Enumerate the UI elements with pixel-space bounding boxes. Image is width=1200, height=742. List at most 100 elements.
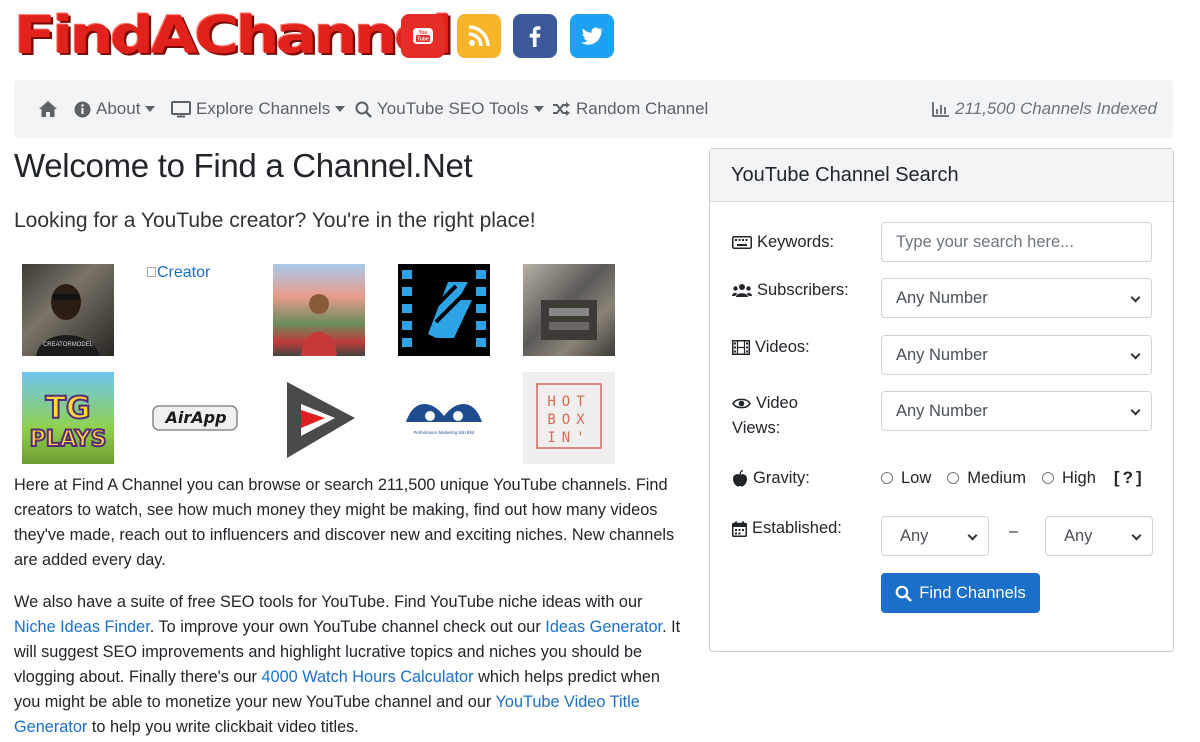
- keywords-input[interactable]: Type your search here...: [881, 222, 1152, 262]
- broken-image-icon: [147, 267, 156, 277]
- videos-label: Videos:: [732, 338, 810, 357]
- users-icon: [732, 284, 752, 297]
- gravity-help-link[interactable]: [?]: [1114, 468, 1145, 488]
- keywords-label-text: Keywords:: [757, 233, 835, 251]
- chevron-down-icon: [1130, 349, 1141, 360]
- video-views-label-line1: Video: [756, 394, 798, 412]
- keywords-label: Keywords:: [732, 233, 834, 252]
- creator-thumb-8[interactable]: [273, 372, 365, 464]
- site-logo[interactable]: FindAChannel: [14, 6, 453, 70]
- established-label-text: Established:: [752, 519, 842, 537]
- creator-thumb-7[interactable]: AirApp: [147, 372, 239, 464]
- monitor-icon: [171, 100, 191, 117]
- niche-ideas-finder-link[interactable]: Niche Ideas Finder: [14, 618, 150, 636]
- tg-plays-logo: TG PLAYS: [29, 390, 108, 453]
- broken-image-alt: Creator: [157, 264, 211, 281]
- chevron-down-icon: [967, 530, 978, 541]
- seo-tools-paragraph: We also have a suite of free SEO tools f…: [14, 590, 686, 740]
- established-to-select[interactable]: Any: [1045, 516, 1153, 556]
- nav-about[interactable]: About: [74, 80, 156, 138]
- svg-text:HOT: HOT: [547, 394, 590, 410]
- gravity-medium-option[interactable]: Medium: [947, 469, 1026, 488]
- creator-thumb-10[interactable]: HOT BOX IN': [523, 372, 615, 464]
- shuffle-icon: [553, 102, 570, 116]
- creator-thumb-5[interactable]: [523, 264, 615, 356]
- search-card-title: YouTube Channel Search: [710, 149, 1173, 202]
- radio-button[interactable]: [1041, 472, 1054, 484]
- thumb-caption: CREATORMODEL: [43, 342, 94, 348]
- nav-explore-channels[interactable]: Explore Channels: [171, 80, 346, 138]
- home-icon[interactable]: [38, 80, 63, 138]
- find-channels-button[interactable]: Find Channels: [881, 573, 1040, 613]
- svg-text:BOX: BOX: [547, 412, 590, 428]
- hotboxin-logo: HOT BOX IN': [536, 383, 602, 449]
- find-channels-label: Find Channels: [919, 583, 1026, 602]
- gravity-low-label: Low: [901, 468, 932, 487]
- channels-indexed: 211,500 Channels Indexed: [932, 80, 1157, 138]
- gravity-low-option[interactable]: Low: [881, 469, 931, 488]
- subscribers-select[interactable]: Any Number: [881, 278, 1152, 318]
- video-views-select-value: Any Number: [896, 401, 988, 420]
- svg-text:PLAYS: PLAYS: [30, 427, 107, 452]
- radio-button[interactable]: [947, 472, 960, 484]
- creator-thumb-9[interactable]: Performance Marketing Sdn Bhd: [398, 372, 490, 464]
- established-from-value: Any: [900, 526, 929, 545]
- gravity-label: Gravity:: [732, 469, 810, 488]
- facebook-icon[interactable]: [513, 14, 557, 58]
- creator-photo: [541, 300, 597, 340]
- radio-button[interactable]: [881, 472, 893, 484]
- nav-seo-tools[interactable]: YouTube SEO Tools: [355, 80, 544, 138]
- svg-text:Tube: Tube: [417, 37, 429, 43]
- creator-thumb-6[interactable]: TG PLAYS: [22, 372, 114, 464]
- creator-thumb-4[interactable]: [398, 264, 490, 356]
- creator-photo: [301, 294, 337, 356]
- gravity-high-label: High: [1061, 468, 1096, 487]
- established-label: Established:: [732, 519, 842, 538]
- creator-thumb-1[interactable]: CREATORMODEL: [22, 264, 114, 356]
- keyboard-icon: [732, 236, 752, 249]
- gravity-high-option[interactable]: High: [1041, 468, 1096, 488]
- calendar-icon: [732, 521, 747, 537]
- creator-thumb-2[interactable]: Creator: [147, 264, 239, 356]
- thumb-caption: Performance Marketing Sdn Bhd: [414, 430, 475, 435]
- main-navbar: About Explore Channels YouTube SEO Tools…: [14, 80, 1173, 138]
- video-views-select[interactable]: Any Number: [881, 391, 1152, 431]
- chevron-down-icon: [1130, 405, 1141, 416]
- search-icon: [895, 585, 913, 602]
- logo-text: FindAChannel: [14, 6, 453, 66]
- videos-label-text: Videos:: [755, 338, 810, 356]
- twitter-icon[interactable]: [570, 14, 614, 58]
- videos-select-value: Any Number: [896, 345, 988, 364]
- rss-icon[interactable]: [457, 14, 501, 58]
- page-title: Welcome to Find a Channel.Net: [14, 147, 473, 184]
- subscribers-select-value: Any Number: [896, 288, 988, 307]
- info-icon: [74, 101, 91, 117]
- creator-thumb-3[interactable]: [273, 264, 365, 356]
- nav-random-channel[interactable]: Random Channel: [552, 80, 708, 138]
- chevron-down-icon: [335, 106, 346, 112]
- svg-text:AirApp: AirApp: [163, 408, 226, 427]
- youtube-icon[interactable]: You Tube: [401, 14, 445, 58]
- video-views-label: Video: [732, 394, 798, 413]
- videos-select[interactable]: Any Number: [881, 335, 1152, 375]
- chevron-down-icon: [1130, 292, 1141, 303]
- established-from-select[interactable]: Any: [881, 516, 989, 556]
- subscribers-label-text: Subscribers:: [757, 281, 849, 299]
- intro-paragraph: Here at Find A Channel you can browse or…: [14, 476, 675, 569]
- ideas-generator-link[interactable]: Ideas Generator: [545, 618, 662, 636]
- established-to-value: Any: [1064, 526, 1093, 545]
- company-logo: Performance Marketing Sdn Bhd: [406, 403, 482, 435]
- page-lead: Looking for a YouTube creator? You're in…: [14, 209, 536, 232]
- svg-text:TG: TG: [45, 391, 90, 426]
- svg-text:IN': IN': [547, 430, 590, 446]
- play-logo: [287, 382, 355, 458]
- gravity-radio-group: Low Medium High [?]: [881, 468, 1145, 488]
- video-views-label-line2: Views:: [732, 419, 781, 437]
- para-text: to help you write clickbait video titles…: [87, 718, 359, 736]
- gravity-medium-label: Medium: [967, 468, 1026, 487]
- nav-seo-label: YouTube SEO Tools: [377, 99, 529, 118]
- nav-about-label: About: [96, 99, 141, 118]
- search-icon: [355, 101, 372, 118]
- watch-hours-calculator-link[interactable]: 4000 Watch Hours Calculator: [261, 668, 473, 686]
- nav-explore-label: Explore Channels: [196, 99, 331, 118]
